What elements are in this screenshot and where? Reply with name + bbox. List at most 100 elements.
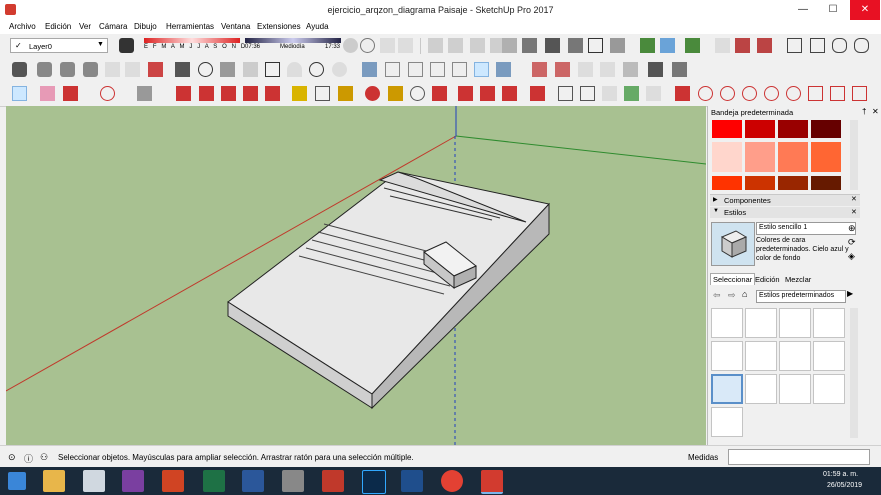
layer-manager-icon[interactable] (119, 38, 134, 53)
menu-edicion[interactable]: Edición (45, 20, 71, 34)
pdf-app-icon[interactable] (122, 470, 144, 492)
pin-icon[interactable]: † (862, 107, 866, 116)
right-view-icon[interactable] (430, 62, 445, 77)
styles-x-icon[interactable]: ✕ (851, 208, 857, 216)
measurements-input[interactable] (728, 449, 870, 465)
excel-icon[interactable] (203, 470, 225, 492)
paint-bucket-tool-icon[interactable] (338, 86, 353, 101)
select-tool-icon[interactable] (12, 86, 27, 101)
xray-icon[interactable] (532, 62, 547, 77)
date-slider[interactable] (144, 38, 240, 43)
components-panel-header[interactable]: ▶ Componentes (710, 194, 860, 206)
home-icon[interactable] (545, 38, 560, 53)
tab-edicion[interactable]: Edición (753, 274, 782, 285)
cloud-upload-icon[interactable] (832, 38, 847, 53)
section-icon[interactable] (448, 38, 463, 53)
material-swatch[interactable] (712, 176, 742, 190)
style-thumbnail[interactable] (813, 308, 845, 338)
powerpoint-icon[interactable] (162, 470, 184, 492)
arc-2-icon[interactable] (742, 86, 757, 101)
menu-ventana[interactable]: Ventana (221, 20, 250, 34)
back-arrow-icon[interactable]: ⇦ (713, 290, 721, 301)
terrain-icon[interactable] (660, 38, 675, 53)
orbit-tool-icon[interactable] (365, 86, 380, 101)
tab-mezclar[interactable]: Mezclar (783, 274, 813, 285)
word-icon[interactable] (242, 470, 264, 492)
file-explorer-icon[interactable] (43, 470, 65, 492)
time-slider[interactable] (245, 38, 341, 43)
styles-close-icon[interactable]: ✕ (851, 195, 857, 203)
freehand-icon[interactable] (830, 86, 845, 101)
look-around-icon[interactable] (83, 62, 98, 77)
style-thumbnail[interactable] (745, 308, 777, 338)
style-thumbnail[interactable] (745, 374, 777, 404)
materials-icon[interactable] (735, 38, 750, 53)
back-view-icon[interactable] (452, 62, 467, 77)
update-style-icon[interactable]: ⟳ (848, 237, 856, 248)
style-thumbnail[interactable] (779, 341, 811, 371)
outliner-icon[interactable] (360, 38, 375, 53)
warehouse-icon[interactable] (502, 38, 517, 53)
arc-icon[interactable] (698, 86, 713, 101)
material-swatch[interactable] (745, 176, 775, 190)
material-swatch[interactable] (745, 142, 775, 172)
create-style-icon[interactable]: ⊕ (848, 223, 856, 234)
extension-warehouse-icon[interactable] (610, 38, 625, 53)
minimize-button[interactable]: — (788, 0, 818, 20)
chrome-icon[interactable] (441, 470, 463, 492)
fog-icon[interactable] (380, 38, 395, 53)
house-icon[interactable] (522, 38, 537, 53)
close-button[interactable]: ✕ (850, 0, 880, 20)
sketchup-taskbar-icon[interactable] (481, 470, 503, 494)
forward-arrow-icon[interactable]: ⇨ (728, 290, 736, 301)
material-swatch[interactable] (745, 120, 775, 138)
photoshop-icon[interactable] (362, 470, 386, 494)
zoom-tool-icon[interactable] (410, 86, 425, 101)
check-icon[interactable] (810, 38, 825, 53)
style-thumbnail[interactable] (711, 341, 743, 371)
zoom-icon[interactable] (243, 62, 258, 77)
maximize-button[interactable]: ☐ (818, 0, 848, 20)
eraser-tool-icon[interactable] (40, 86, 55, 101)
details-icon[interactable]: ◈ (848, 251, 855, 262)
style-thumbnail[interactable] (711, 308, 743, 338)
pan-icon[interactable] (220, 62, 235, 77)
style-thumbnail[interactable] (813, 374, 845, 404)
sphere-icon[interactable] (332, 62, 347, 77)
paint-bucket-icon[interactable] (757, 38, 772, 53)
ruby-icon[interactable] (530, 86, 545, 101)
revit-icon[interactable] (401, 470, 423, 492)
tab-seleccionar[interactable]: Seleccionar (710, 273, 756, 285)
tape-measure-icon[interactable] (292, 86, 307, 101)
walk-icon[interactable] (60, 62, 75, 77)
front-view-icon[interactable] (408, 62, 423, 77)
styles-scrollbar[interactable] (850, 308, 858, 438)
style-collection-select[interactable]: Estilos predeterminados (756, 290, 846, 303)
style-thumbnail[interactable] (745, 341, 777, 371)
credits-icon[interactable]: ⓘ (24, 452, 33, 465)
line-tool-icon[interactable] (63, 86, 78, 101)
material-swatch[interactable] (778, 120, 808, 138)
share-model-icon[interactable] (480, 86, 495, 101)
stamp-icon[interactable] (624, 86, 639, 101)
material-swatch[interactable] (811, 142, 841, 172)
zoom-extents-tool-icon[interactable] (432, 86, 447, 101)
cloud-download-icon[interactable] (854, 38, 869, 53)
windows-start-icon[interactable] (8, 472, 26, 490)
sandbox-icon[interactable] (715, 38, 730, 53)
tray-close-icon[interactable]: ✕ (872, 107, 879, 116)
material-swatch[interactable] (778, 142, 808, 172)
scale-tool-icon[interactable] (265, 86, 280, 101)
home-outline-icon[interactable] (588, 38, 603, 53)
material-swatch[interactable] (712, 142, 742, 172)
dome-icon[interactable] (287, 62, 302, 77)
menu-herramientas[interactable]: Herramientas (166, 20, 214, 34)
menu-dibujo[interactable]: Dibujo (134, 20, 157, 34)
move-tool-icon[interactable] (221, 86, 236, 101)
section-plane-icon[interactable] (175, 62, 190, 77)
model-viewport[interactable] (6, 106, 706, 445)
style-thumbnail[interactable] (779, 308, 811, 338)
left-view-icon[interactable] (474, 62, 489, 77)
pencil-icon[interactable] (675, 86, 690, 101)
rotate-tool-icon[interactable] (243, 86, 258, 101)
